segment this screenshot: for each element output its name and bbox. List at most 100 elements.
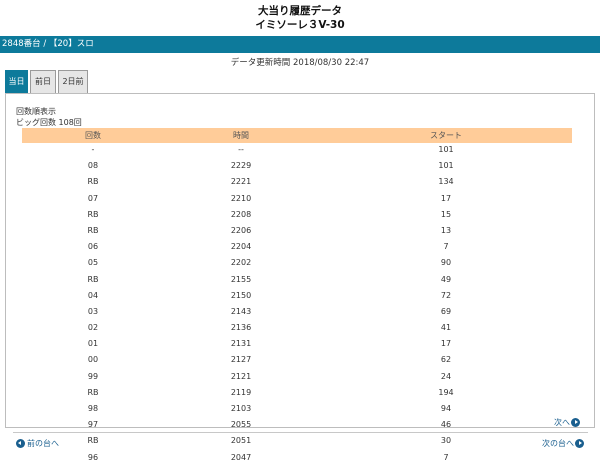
count-cell: 99: [87, 371, 99, 381]
count-cell: 97: [87, 420, 99, 430]
time-cell: 2150: [230, 290, 252, 300]
start-cell: 94: [440, 404, 452, 413]
machine-model: イミソーレ３V-30: [255, 19, 345, 31]
table-row: 99 2121 24: [22, 370, 572, 386]
start-cell: 72: [440, 290, 452, 300]
machine-label: 2848番台 / 【20】スロ: [2, 39, 94, 49]
header-start: スタート: [430, 131, 462, 140]
table-row: 04 2150 72: [22, 289, 572, 305]
time-cell: --: [238, 145, 244, 154]
prev-machine-label: 前の台へ: [27, 439, 59, 448]
header-count: 回数: [85, 131, 101, 140]
next-machine-label: 次の台へ: [542, 439, 574, 448]
table-row: RB 2221 134: [22, 175, 572, 191]
arrow-left-icon: [16, 439, 25, 448]
table-row: 07 2210 17: [22, 192, 572, 208]
start-cell: 13: [440, 225, 452, 235]
count-cell: RB: [87, 274, 99, 284]
count-cell: 02: [87, 323, 99, 333]
table-row: 05 2202 90: [22, 256, 572, 272]
count-cell: 96: [87, 452, 99, 462]
next-machine-link[interactable]: 次の台へ: [542, 438, 584, 449]
table-row: RB 2155 49: [22, 273, 572, 289]
start-cell: 69: [440, 306, 452, 316]
table-row: 96 2047 7: [22, 451, 572, 466]
table-row: 03 2143 69: [22, 305, 572, 321]
page-title: 大当り履歴データ: [258, 5, 342, 17]
history-table: - -- 101 08 2229 101 RB 2221 134 07 2210 17 RB 2208 15…: [22, 143, 572, 466]
start-cell: 30: [440, 436, 452, 446]
tab-two-days-ago[interactable]: 2日前: [58, 70, 88, 93]
count-cell: 03: [87, 306, 99, 316]
count-cell: 98: [87, 404, 99, 413]
start-cell: 194: [438, 387, 454, 397]
table-row: 98 2103 94: [22, 402, 572, 418]
table-row: 02 2136 41: [22, 321, 572, 337]
start-cell: 17: [440, 193, 452, 203]
count-cell: 06: [87, 242, 99, 252]
count-cell: RB: [87, 225, 99, 235]
header-time: 時間: [233, 131, 249, 140]
time-cell: 2143: [230, 306, 252, 316]
count-cell: 00: [87, 355, 99, 365]
tab-today[interactable]: 当日: [5, 70, 28, 93]
time-cell: 2103: [230, 404, 252, 413]
divider: [13, 432, 588, 433]
table-row: - -- 101: [22, 143, 572, 159]
table-header: 回数 時間 スタート: [22, 128, 572, 143]
machine-bar: 2848番台 / 【20】スロ: [0, 36, 600, 53]
big-count: ビッグ回数 108回: [16, 118, 82, 127]
count-cell: 08: [87, 161, 99, 171]
count-cell: -: [91, 145, 95, 154]
start-cell: 7: [443, 242, 449, 252]
start-cell: 24: [440, 371, 452, 381]
time-cell: 2229: [230, 161, 252, 171]
count-cell: 01: [87, 339, 99, 349]
time-cell: 2136: [230, 323, 252, 333]
next-page-label: 次へ: [554, 418, 570, 427]
time-cell: 2127: [230, 355, 252, 365]
time-cell: 2047: [230, 452, 252, 462]
update-time: データ更新時間 2018/08/30 22:47: [230, 58, 370, 68]
start-cell: 7: [443, 452, 449, 462]
time-cell: 2121: [230, 371, 252, 381]
time-cell: 2210: [230, 193, 252, 203]
arrow-right-icon: [575, 439, 584, 448]
table-row: 06 2204 7: [22, 240, 572, 256]
page-header: 大当り履歴データ イミソーレ３V-30: [0, 0, 600, 36]
start-cell: 62: [440, 355, 452, 365]
time-cell: 2051: [230, 436, 252, 446]
start-cell: 46: [440, 420, 452, 430]
arrow-right-icon: [571, 418, 580, 427]
time-cell: 2204: [230, 242, 252, 252]
table-row: RB 2051 30: [22, 434, 572, 450]
count-cell: RB: [87, 387, 99, 397]
time-cell: 2055: [230, 420, 252, 430]
tab-previous-day[interactable]: 前日: [30, 70, 56, 93]
next-page-link[interactable]: 次へ: [554, 417, 580, 428]
count-cell: RB: [87, 209, 99, 219]
time-cell: 2119: [230, 387, 252, 397]
start-cell: 17: [440, 339, 452, 349]
table-row: 00 2127 62: [22, 353, 572, 369]
prev-machine-link[interactable]: 前の台へ: [16, 438, 59, 449]
day-tabs: 当日 前日 2日前: [5, 70, 90, 93]
start-cell: 101: [438, 145, 454, 154]
start-cell: 134: [438, 177, 454, 187]
table-row: 08 2229 101: [22, 159, 572, 175]
time-cell: 2202: [230, 258, 252, 268]
time-cell: 2155: [230, 274, 252, 284]
sort-order-label: 回数順表示: [16, 107, 56, 116]
count-cell: RB: [87, 436, 99, 446]
time-cell: 2221: [230, 177, 252, 187]
start-cell: 41: [440, 323, 452, 333]
start-cell: 90: [440, 258, 452, 268]
start-cell: 49: [440, 274, 452, 284]
table-row: RB 2119 194: [22, 386, 572, 402]
time-cell: 2208: [230, 209, 252, 219]
start-cell: 101: [438, 161, 454, 171]
count-cell: 05: [87, 258, 99, 268]
count-cell: 04: [87, 290, 99, 300]
table-row: RB 2206 13: [22, 224, 572, 240]
table-row: 01 2131 17: [22, 337, 572, 353]
